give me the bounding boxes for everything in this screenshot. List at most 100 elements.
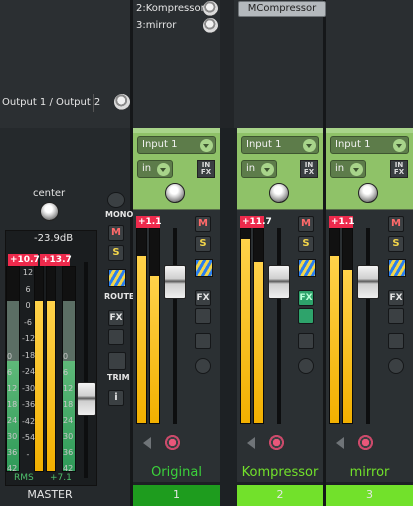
fx-button[interactable]: FX bbox=[195, 290, 211, 306]
plugin-button[interactable]: MCompressor bbox=[238, 1, 326, 17]
chevron-down-icon bbox=[303, 139, 316, 152]
volume-fader[interactable] bbox=[164, 265, 186, 299]
fader-track bbox=[277, 228, 281, 424]
scale-label: 0 bbox=[7, 352, 13, 361]
track-name[interactable]: Original bbox=[133, 465, 220, 480]
track-meter bbox=[149, 228, 160, 424]
input-fx-button[interactable]: IN FX bbox=[390, 160, 408, 178]
power-icon[interactable] bbox=[108, 329, 124, 345]
monitor-mode-select[interactable]: in bbox=[330, 160, 366, 178]
solo-button[interactable]: S bbox=[298, 236, 314, 252]
scale-label: 42 bbox=[63, 464, 74, 473]
speaker-icon[interactable] bbox=[336, 437, 344, 449]
peak-readout[interactable]: +11.7 bbox=[240, 216, 272, 228]
mute-button[interactable]: M bbox=[298, 216, 314, 232]
route-icon[interactable] bbox=[195, 259, 213, 277]
scale-label: - bbox=[26, 450, 30, 459]
power-icon[interactable] bbox=[195, 308, 211, 324]
mute-button[interactable]: M bbox=[388, 216, 404, 232]
scale-label: -6 bbox=[24, 318, 32, 327]
send-knob[interactable] bbox=[203, 1, 218, 16]
phase-icon[interactable] bbox=[298, 358, 314, 374]
scale-label: 18 bbox=[63, 400, 74, 409]
scale-label: -18 bbox=[22, 351, 36, 360]
phase-icon[interactable] bbox=[195, 358, 211, 374]
fx-button[interactable]: FX bbox=[108, 310, 124, 326]
solo-button[interactable]: S bbox=[108, 245, 124, 261]
speaker-icon[interactable] bbox=[247, 437, 255, 449]
speaker-icon[interactable] bbox=[143, 437, 151, 449]
peak-readout[interactable]: +1.1 bbox=[329, 216, 354, 228]
route-icon[interactable] bbox=[388, 259, 406, 277]
panel-top-edge bbox=[133, 128, 220, 133]
chevron-down-icon bbox=[350, 163, 363, 176]
input-fx-button[interactable]: IN FX bbox=[197, 160, 215, 178]
track-name[interactable]: Kompressor bbox=[237, 465, 323, 480]
track-number[interactable]: 2 bbox=[237, 485, 323, 506]
scale-label: 24 bbox=[63, 416, 74, 425]
fx-button[interactable]: FX bbox=[388, 290, 404, 306]
chevron-down-icon bbox=[261, 163, 274, 176]
pan-knob[interactable] bbox=[269, 183, 289, 203]
scale-label: 42 bbox=[7, 464, 18, 473]
master-fader[interactable] bbox=[77, 382, 96, 416]
trim-label: TRIM bbox=[107, 373, 130, 382]
output-label[interactable]: Output 1 / Output 2 bbox=[2, 97, 100, 108]
send-knob[interactable] bbox=[203, 18, 218, 33]
track-number[interactable]: 3 bbox=[326, 485, 413, 506]
input-select[interactable]: Input 1 bbox=[241, 136, 319, 154]
volume-fader[interactable] bbox=[357, 265, 379, 299]
send-label[interactable]: 3:mirror bbox=[136, 20, 176, 31]
power-icon[interactable] bbox=[388, 308, 404, 324]
pan-knob[interactable] bbox=[165, 183, 185, 203]
envelope-icon[interactable] bbox=[388, 333, 404, 349]
solo-button[interactable]: S bbox=[195, 236, 211, 252]
scale-label: 6 bbox=[25, 285, 31, 294]
send-label[interactable]: 2:Kompressor bbox=[136, 3, 205, 14]
pan-knob[interactable] bbox=[40, 202, 59, 221]
scale-label: -30 bbox=[22, 384, 36, 393]
monitor-mode-select[interactable]: in bbox=[241, 160, 277, 178]
record-arm-button[interactable] bbox=[357, 434, 374, 451]
master-meter-r-peak bbox=[46, 266, 56, 472]
peak-readout[interactable]: +1.1 bbox=[136, 216, 161, 228]
input-select[interactable]: Input 1 bbox=[137, 136, 216, 154]
output-knob[interactable] bbox=[114, 94, 130, 110]
info-button[interactable]: i bbox=[108, 390, 124, 406]
envelope-icon[interactable] bbox=[298, 333, 314, 349]
peak-left[interactable]: +10.7 bbox=[8, 254, 40, 266]
peak-right[interactable]: +13.7 bbox=[40, 254, 72, 266]
volume-fader[interactable] bbox=[268, 265, 290, 299]
route-label: ROUTE bbox=[104, 292, 135, 301]
scale-label: -36 bbox=[22, 400, 36, 409]
track-number[interactable]: 1 bbox=[133, 485, 220, 506]
phase-icon[interactable] bbox=[388, 358, 404, 374]
scale-label: 30 bbox=[7, 432, 18, 441]
route-icon[interactable] bbox=[298, 259, 316, 277]
solo-button[interactable]: S bbox=[388, 236, 404, 252]
mute-button[interactable]: M bbox=[195, 216, 211, 232]
input-select[interactable]: Input 1 bbox=[330, 136, 409, 154]
fx-button[interactable]: FX bbox=[298, 290, 314, 306]
track-name[interactable]: mirror bbox=[326, 465, 413, 480]
chevron-down-icon bbox=[157, 163, 170, 176]
monitor-mode-select[interactable]: in bbox=[137, 160, 173, 178]
fader-track bbox=[366, 228, 370, 424]
record-arm-button[interactable] bbox=[164, 434, 181, 451]
record-arm-button[interactable] bbox=[268, 434, 285, 451]
trim-icon[interactable] bbox=[108, 352, 126, 370]
mono-icon[interactable] bbox=[107, 192, 125, 208]
pan-knob[interactable] bbox=[358, 183, 378, 203]
scale-label: 24 bbox=[7, 416, 18, 425]
input-fx-button[interactable]: IN FX bbox=[300, 160, 318, 178]
scale-label: 6 bbox=[7, 368, 13, 377]
route-icon[interactable] bbox=[108, 269, 126, 287]
scale-label: 30 bbox=[63, 432, 74, 441]
mono-label: MONO bbox=[105, 210, 134, 219]
power-icon[interactable] bbox=[298, 308, 314, 324]
track-meter bbox=[136, 228, 147, 424]
envelope-icon[interactable] bbox=[195, 333, 211, 349]
scale-label: 18 bbox=[7, 400, 18, 409]
scale-label: -54 bbox=[22, 433, 36, 442]
mute-button[interactable]: M bbox=[108, 225, 124, 241]
